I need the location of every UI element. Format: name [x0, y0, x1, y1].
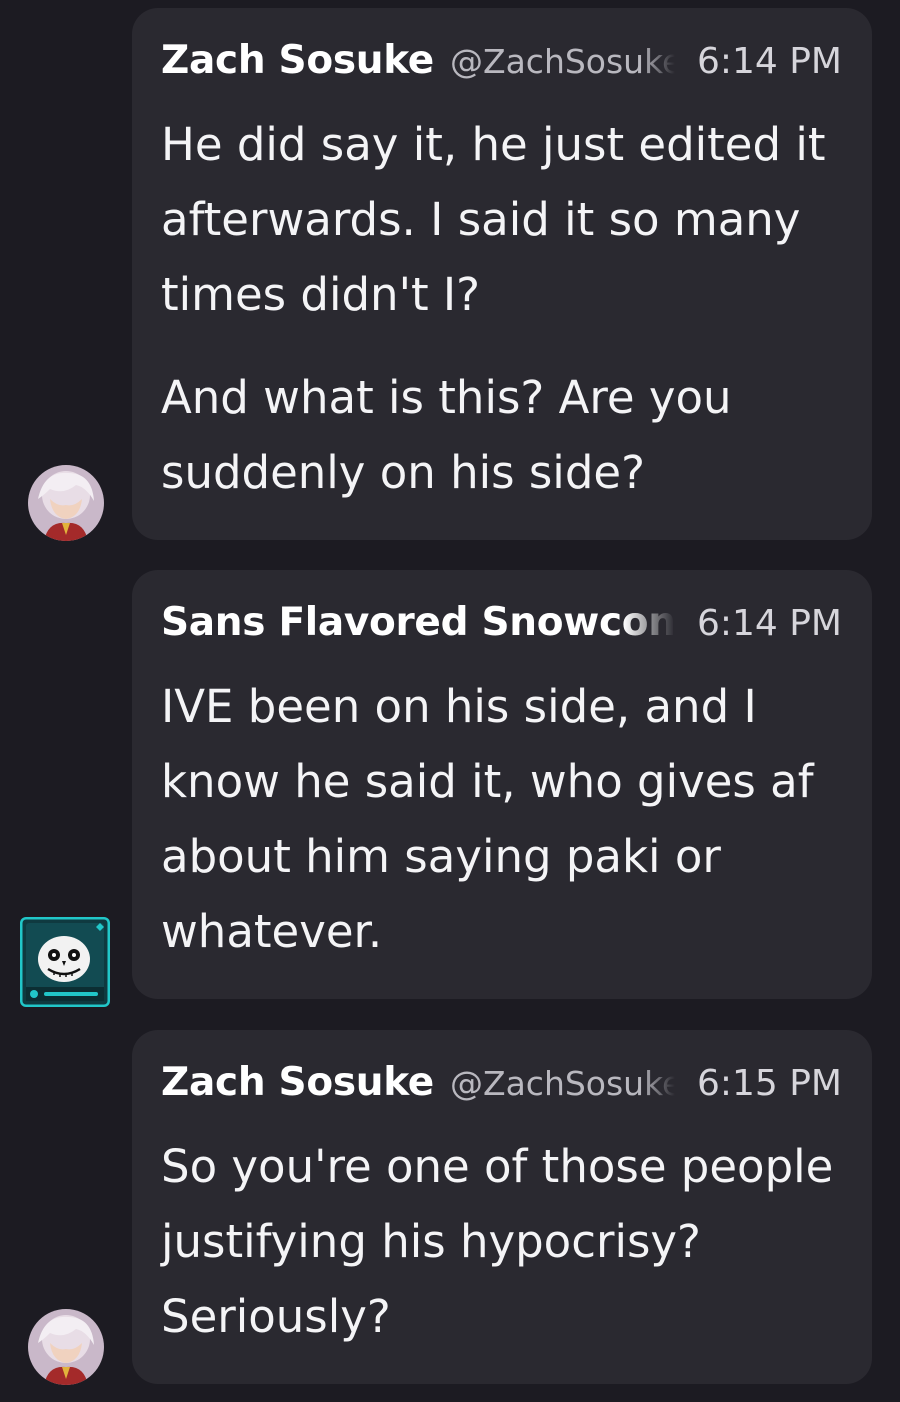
message-header: Zach Sosuke @ZachSosuke 6:15 PM: [161, 1060, 842, 1116]
anime-character-avatar-icon[interactable]: [28, 465, 104, 541]
message-paragraph: IVE been on his side, and I know he said…: [161, 680, 814, 958]
timestamp: 6:14 PM: [696, 603, 842, 644]
message-bubble[interactable]: Sans Flavored Snowcone 6:14 PM IVE been …: [132, 570, 872, 999]
message-bubble[interactable]: Zach Sosuke @ZachSosuke 6:15 PM So you'r…: [132, 1030, 872, 1384]
author-handle[interactable]: @ZachSosuke: [450, 42, 675, 81]
chat-thread: Zach Sosuke @ZachSosuke 6:14 PM He did s…: [0, 0, 900, 1402]
timestamp: 6:15 PM: [696, 1063, 842, 1104]
author-name[interactable]: Zach Sosuke: [161, 1060, 434, 1105]
message-header: Sans Flavored Snowcone 6:14 PM: [161, 600, 842, 656]
timestamp: 6:14 PM: [696, 41, 842, 82]
message-header: Zach Sosuke @ZachSosuke 6:14 PM: [161, 38, 842, 94]
author-name[interactable]: Zach Sosuke: [161, 38, 434, 83]
message-paragraph: And what is this? Are you suddenly on hi…: [161, 371, 732, 499]
sans-skull-avatar-icon[interactable]: [20, 917, 110, 1007]
anime-character-avatar-icon[interactable]: [28, 1309, 104, 1385]
message-paragraph: So you're one of those people justifying…: [161, 1140, 834, 1343]
author-handle[interactable]: @ZachSosuke: [450, 1064, 675, 1103]
message-bubble[interactable]: Zach Sosuke @ZachSosuke 6:14 PM He did s…: [132, 8, 872, 540]
message-paragraph: He did say it, he just edited it afterwa…: [161, 118, 826, 321]
author-name[interactable]: Sans Flavored Snowcone: [161, 600, 675, 645]
